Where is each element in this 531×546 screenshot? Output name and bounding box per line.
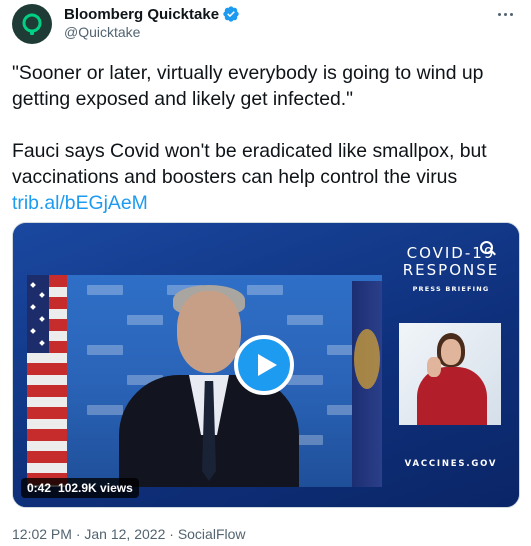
- video-stats-badge: 0:42 102.9K views: [21, 478, 139, 498]
- play-button[interactable]: [234, 335, 294, 395]
- sign-language-interpreter: [399, 323, 501, 425]
- video-player[interactable]: COVID-19 RESPONSE PRESS BRIEFING VACCINE…: [12, 222, 520, 508]
- tweet-text-line: getting exposed and likely get infected.…: [12, 88, 354, 110]
- author-name-row: Bloomberg Quicktake: [64, 5, 240, 23]
- verified-badge-icon: [222, 5, 240, 23]
- overlay-title-line1: COVID-19: [406, 244, 496, 262]
- tweet-text: "Sooner or later, virtually everybody is…: [12, 60, 524, 216]
- overlay-subtitle: PRESS BRIEFING: [412, 285, 490, 293]
- tweet: Bloomberg Quicktake @Quicktake "Sooner o…: [0, 0, 531, 546]
- video-speaker-frame: [27, 275, 382, 487]
- video-views: 102.9K views: [58, 481, 133, 495]
- meta-separator: ·: [75, 526, 81, 542]
- hhs-flag: [352, 281, 382, 487]
- author-display-name[interactable]: Bloomberg Quicktake: [64, 6, 219, 23]
- author-avatar[interactable]: [12, 4, 52, 44]
- overlay-title-line2: RESPONSE: [402, 261, 500, 279]
- tweet-time[interactable]: 12:02 PM: [12, 526, 72, 542]
- tweet-link[interactable]: trib.al/bEGjAeM: [12, 192, 148, 214]
- more-options-icon[interactable]: [493, 4, 517, 24]
- overlay-title: COVID-19 RESPONSE: [396, 245, 506, 279]
- overlay-footer: VACCINES.GOV: [404, 459, 498, 469]
- tweet-meta: 12:02 PM · Jan 12, 2022 · SocialFlow: [12, 526, 246, 542]
- tweet-text-line: "Sooner or later, virtually everybody is…: [12, 62, 484, 84]
- us-flag: [27, 275, 67, 487]
- tweet-date[interactable]: Jan 12, 2022: [84, 526, 165, 542]
- video-duration: 0:42: [27, 481, 52, 495]
- play-icon: [257, 354, 277, 376]
- author-handle[interactable]: @Quicktake: [64, 24, 140, 40]
- tweet-text-line: vaccinations and boosters can help contr…: [12, 166, 458, 188]
- tweet-source[interactable]: SocialFlow: [178, 526, 246, 542]
- tweet-text-line: Fauci says Covid won't be eradicated lik…: [12, 140, 487, 162]
- meta-separator: ·: [169, 526, 174, 542]
- quicktake-logo-icon: [22, 13, 42, 35]
